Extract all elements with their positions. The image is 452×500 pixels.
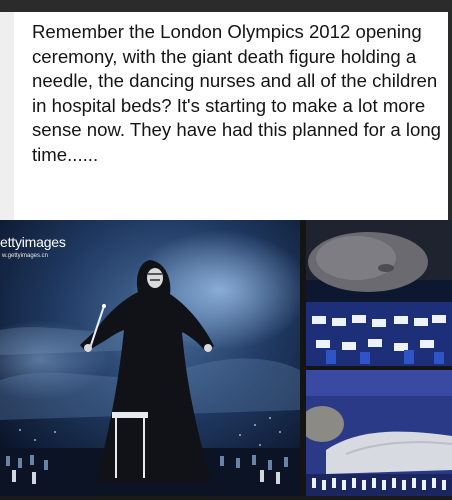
left-strip: [0, 12, 14, 222]
right-bottom-illustration: [306, 370, 452, 496]
post-card: Remember the London Olympics 2012 openin…: [14, 12, 448, 220]
post-text: Remember the London Olympics 2012 openin…: [32, 21, 442, 165]
bottom-bar: [0, 496, 452, 500]
top-bar: [0, 0, 452, 12]
right-top-photo-giant-head[interactable]: [306, 220, 452, 366]
watermark-brand: ettyimages: [0, 234, 66, 250]
main-photo-illustration: [0, 220, 300, 496]
main-photo-death-figure[interactable]: ettyimages w.gettyimages.cn: [0, 220, 300, 496]
watermark-url: w.gettyimages.cn: [2, 253, 49, 259]
right-top-illustration: [306, 220, 452, 366]
image-collage[interactable]: ettyimages w.gettyimages.cn: [0, 220, 452, 500]
right-bottom-photo-sleeping-figure[interactable]: [306, 370, 452, 496]
